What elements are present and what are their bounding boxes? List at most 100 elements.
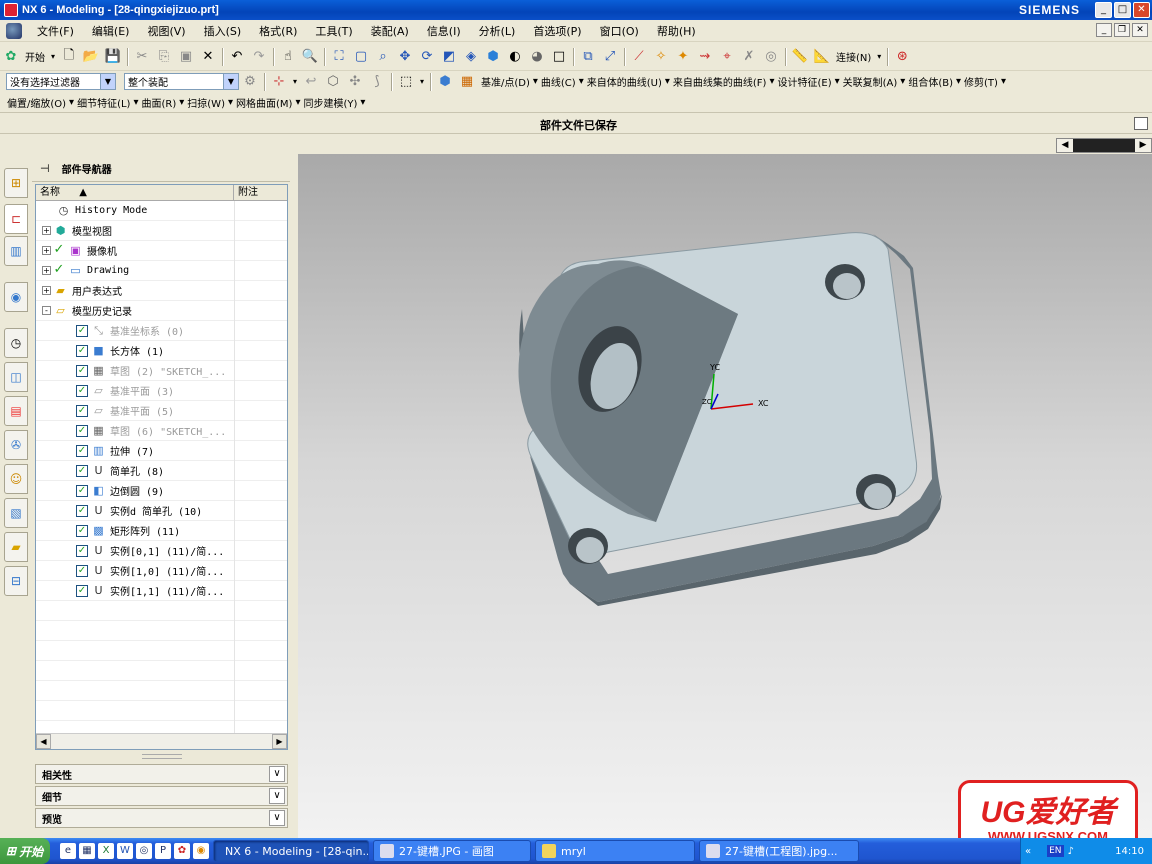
select-tool-icon[interactable]: ☝ <box>278 47 298 67</box>
expand-icon[interactable]: + <box>42 286 51 295</box>
chevron-down-icon[interactable]: ▾ <box>291 72 299 92</box>
tree-row[interactable]: ✓ ▩ 矩形阵列 (11) <box>36 521 287 541</box>
web-browser-tab[interactable]: ◉ <box>4 282 28 312</box>
offset-scale-menu[interactable]: 偏置/缩放(O) <box>4 95 69 110</box>
visibility-checkbox[interactable]: ✓ <box>76 544 88 557</box>
preview-panel[interactable]: 预览 ∨ <box>35 808 288 828</box>
ie-icon[interactable]: e <box>60 843 76 859</box>
taskbar-item-image[interactable]: 27-键槽(工程图).jpg... <box>699 840 859 862</box>
snap-control-icon[interactable]: ⌖ <box>717 47 737 67</box>
history-tab[interactable]: ◷ <box>4 328 28 358</box>
save-icon[interactable]: 💾 <box>103 47 123 67</box>
combine-menu[interactable]: 组合体(B) <box>905 74 956 89</box>
tree-row[interactable]: - ▱ 模型历史记录 <box>36 301 287 321</box>
visibility-checkbox[interactable]: ✓ <box>76 324 88 337</box>
tree-row[interactable]: + ✓ ▭ Drawing <box>36 261 287 281</box>
tree-horizontal-scrollbar[interactable]: ◀ ▶ <box>36 733 287 749</box>
tree-row[interactable]: ✓ U 实例[1,0] (11)/简... <box>36 561 287 581</box>
visibility-checkbox[interactable]: ✓ <box>76 364 88 377</box>
scroll-left-icon[interactable]: ◀ <box>1057 139 1073 152</box>
scroll-left-icon[interactable]: ◀ <box>36 734 51 749</box>
chevron-down-icon[interactable]: ∨ <box>269 788 285 804</box>
measure-icon[interactable]: 📏 <box>790 47 810 67</box>
details-panel[interactable]: 细节 ∨ <box>35 786 288 806</box>
roles-icon[interactable]: ⊛ <box>892 47 912 67</box>
orient-view-icon[interactable]: ⬢ <box>483 47 503 67</box>
snap-arc-icon[interactable]: ◎ <box>761 47 781 67</box>
doc-minimize-button[interactable]: _ <box>1096 23 1112 37</box>
zoom-window-icon[interactable]: ▢ <box>351 47 371 67</box>
misc-app-icon[interactable]: ◉ <box>193 843 209 859</box>
doc-restore-button[interactable]: ❐ <box>1114 23 1130 37</box>
tree-row[interactable]: ✓ ▱ 基准平面 (3) <box>36 381 287 401</box>
browser-icon[interactable]: ◎ <box>136 843 152 859</box>
snap-point-icon[interactable]: ✧ <box>651 47 671 67</box>
status-toggle-icon[interactable] <box>1134 117 1148 130</box>
visual-scenes-tab[interactable]: ▤ <box>4 396 28 426</box>
menu-analysis[interactable]: 分析(L) <box>470 23 525 39</box>
expand-icon[interactable]: + <box>42 266 51 275</box>
pin-icon[interactable]: ⊣ <box>40 162 50 175</box>
visibility-checkbox[interactable]: ✓ <box>76 344 88 357</box>
horizontal-scrollbar[interactable]: ◀ ▶ <box>1056 138 1152 153</box>
layer-icon[interactable]: ⧉ <box>578 47 598 67</box>
doc-close-button[interactable]: ✕ <box>1132 23 1148 37</box>
surface-menu[interactable]: 曲面(R) <box>138 95 179 110</box>
zoom-icon[interactable]: ⌕ <box>373 47 393 67</box>
paste-icon[interactable]: ▣ <box>176 47 196 67</box>
rotate-icon[interactable]: ⟳ <box>417 47 437 67</box>
visibility-checkbox[interactable]: ✓ <box>76 424 88 437</box>
pan-icon[interactable]: ✥ <box>395 47 415 67</box>
cut-icon[interactable]: ✂ <box>132 47 152 67</box>
chevron-down-icon[interactable]: ∨ <box>269 766 285 782</box>
tree-row[interactable]: ◷ History Mode <box>36 201 287 221</box>
taskbar-item-nx[interactable]: NX 6 - Modeling - [28-qin... <box>213 840 369 862</box>
visibility-checkbox[interactable]: ✓ <box>76 384 88 397</box>
visibility-checkbox[interactable]: ✓ <box>76 504 88 517</box>
collapse-icon[interactable]: - <box>42 306 51 315</box>
expand-icon[interactable]: + <box>42 226 51 235</box>
column-name-header[interactable]: 名称 ▲ <box>36 185 234 200</box>
curve-menu[interactable]: 曲线(C) <box>538 74 579 89</box>
snap-midpoint-icon[interactable]: ⇝ <box>695 47 715 67</box>
tree-row[interactable]: ✓ ▦ 草图 (6) "SKETCH_... <box>36 421 287 441</box>
close-button[interactable]: ✕ <box>1133 2 1150 18</box>
process-studio-tab[interactable]: ✇ <box>4 430 28 460</box>
snap-intersect-icon[interactable]: ✗ <box>739 47 759 67</box>
tree-row[interactable]: + ✓ ▣ 摄像机 <box>36 241 287 261</box>
tree-row[interactable]: + ⬢ 模型视图 <box>36 221 287 241</box>
chevron-down-icon[interactable]: ▾ <box>875 47 883 67</box>
taskbar-item-folder[interactable]: mryl <box>535 840 695 862</box>
panel-splitter[interactable] <box>142 754 182 759</box>
design-feature-menu[interactable]: 设计特征(E) <box>774 74 834 89</box>
visibility-checkbox[interactable]: ✓ <box>76 584 88 597</box>
sketch-group-icon[interactable]: ▦ <box>457 72 477 92</box>
rectangle-select-icon[interactable]: ⬚ <box>396 72 416 92</box>
delete-icon[interactable]: ✕ <box>198 47 218 67</box>
start-button[interactable]: 开始 <box>22 49 48 64</box>
sketch-tool-icon[interactable]: ⟋ <box>629 47 649 67</box>
camera-view-icon[interactable]: ◈ <box>461 47 481 67</box>
datum-point-menu[interactable]: 基准/点(D) <box>478 74 533 89</box>
fit-view-icon[interactable]: ⛶ <box>329 47 349 67</box>
visibility-checkbox[interactable]: ✓ <box>76 564 88 577</box>
detail-feature-menu[interactable]: 细节特征(L) <box>74 95 133 110</box>
chevron-down-icon[interactable]: ▾ <box>418 72 426 92</box>
associative-copy-menu[interactable]: 关联复制(A) <box>840 74 901 89</box>
tree-row[interactable]: ✓ ▦ 草图 (2) "SKETCH_... <box>36 361 287 381</box>
select-body-icon[interactable]: ⬡ <box>323 72 343 92</box>
part-navigator-tab[interactable]: ⊏ <box>4 204 28 234</box>
part-model[interactable]: XC YC ZC <box>298 154 1152 838</box>
curve-from-curves-menu[interactable]: 来自曲线集的曲线(F) <box>670 74 770 89</box>
analysis-icon[interactable]: 📐 <box>812 47 832 67</box>
select-edge-icon[interactable]: ⟆ <box>367 72 387 92</box>
start-button[interactable]: ⊞ 开始 <box>0 838 50 864</box>
tree-row[interactable]: ✓ ▥ 拉伸 (7) <box>36 441 287 461</box>
system-scenes-tab[interactable]: ▧ <box>4 498 28 528</box>
redo-icon[interactable]: ↷ <box>249 47 269 67</box>
menu-format[interactable]: 格式(R) <box>250 23 306 39</box>
assembly-navigator-tab[interactable]: ⊞ <box>4 168 28 198</box>
excel-icon[interactable]: X <box>98 843 114 859</box>
visibility-checkbox[interactable]: ✓ <box>53 263 65 277</box>
chevron-down-icon[interactable]: ▾ <box>49 47 57 67</box>
